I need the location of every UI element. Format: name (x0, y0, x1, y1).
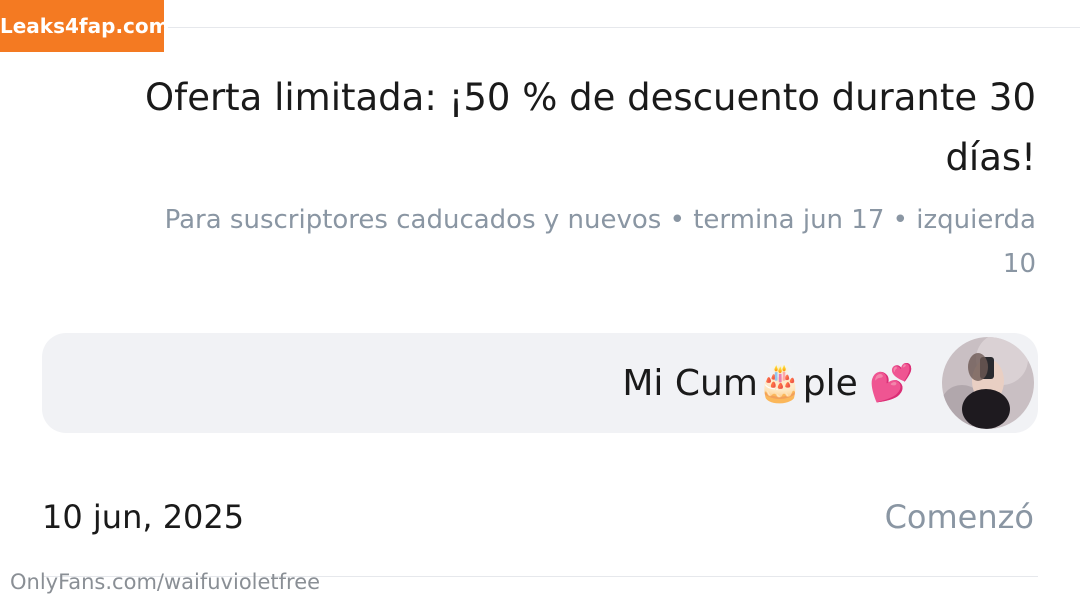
avatar-image (942, 337, 1034, 429)
start-date-row: Comenzó 10 jun, 2025 (42, 492, 1038, 552)
footer-watermark: OnlyFans.com/waifuvioletfree (10, 570, 321, 594)
profile-card[interactable]: Mi Cum🎂ple 💕 (42, 333, 1038, 433)
profile-display-name[interactable]: Mi Cum🎂ple 💕 (622, 355, 914, 411)
offer-subtitle: Para suscriptores caducados y nuevos • t… (164, 205, 1036, 279)
start-date-value: 10 jun, 2025 (42, 498, 245, 536)
site-watermark: Leaks4fap.com (0, 0, 169, 52)
offer-title: Oferta limitada: ¡50 % de descuento dura… (145, 76, 1036, 179)
start-date-label: Comenzó (884, 498, 1034, 536)
avatar[interactable] (942, 337, 1034, 429)
